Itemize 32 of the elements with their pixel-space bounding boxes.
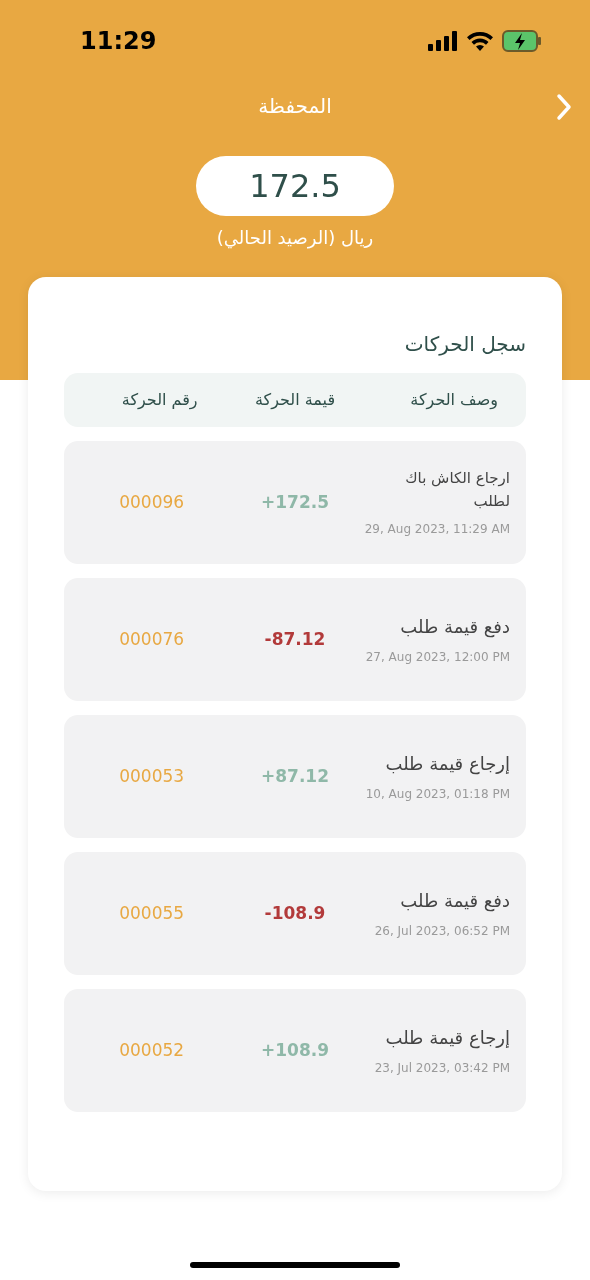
transaction-number: 000053 <box>119 764 185 788</box>
battery-icon <box>502 30 542 52</box>
column-header: وصف الحركة <box>410 389 498 412</box>
transaction-date: 29, Aug 2023, 11:29 AM <box>364 521 510 538</box>
transaction-date: 23, Jul 2023, 03:42 PM <box>374 1060 510 1077</box>
transaction-number: 000076 <box>119 627 185 651</box>
transaction-amount: -108.9 <box>264 901 326 925</box>
transaction-number: 000096 <box>119 490 185 514</box>
transaction-number: 000055 <box>119 901 185 925</box>
transaction-description: ارجاع الكاش باك لطلب <box>404 468 510 512</box>
balance-amount: 172.5 <box>196 156 394 216</box>
transaction-date: 26, Jul 2023, 06:52 PM <box>374 923 510 940</box>
wifi-icon <box>466 31 494 51</box>
back-chevron-icon[interactable] <box>556 93 572 121</box>
balance-caption: ريال (الرصيد الحالي) <box>216 226 374 251</box>
column-header: قيمة الحركة <box>255 389 336 412</box>
transaction-date: 10, Aug 2023, 01:18 PM <box>365 786 510 803</box>
transaction-description: إرجاع قيمة طلب <box>385 752 510 777</box>
page-title: المحفظة <box>258 93 332 120</box>
transaction-amount: +172.5 <box>261 490 330 514</box>
transaction-description: دفع قيمة طلب <box>400 615 510 640</box>
transaction-number: 000052 <box>119 1038 185 1062</box>
column-header: رقم الحركة <box>121 389 198 412</box>
transaction-description: إرجاع قيمة طلب <box>385 1026 510 1051</box>
section-title: سجل الحركات <box>404 331 526 358</box>
status-time: 11:29 <box>80 26 157 57</box>
transaction-amount: -87.12 <box>264 627 326 651</box>
transaction-date: 27, Aug 2023, 12:00 PM <box>365 649 510 666</box>
transaction-description: دفع قيمة طلب <box>400 889 510 914</box>
signal-icon <box>428 31 458 51</box>
transaction-amount: +87.12 <box>261 764 330 788</box>
transaction-amount: +108.9 <box>261 1038 330 1062</box>
